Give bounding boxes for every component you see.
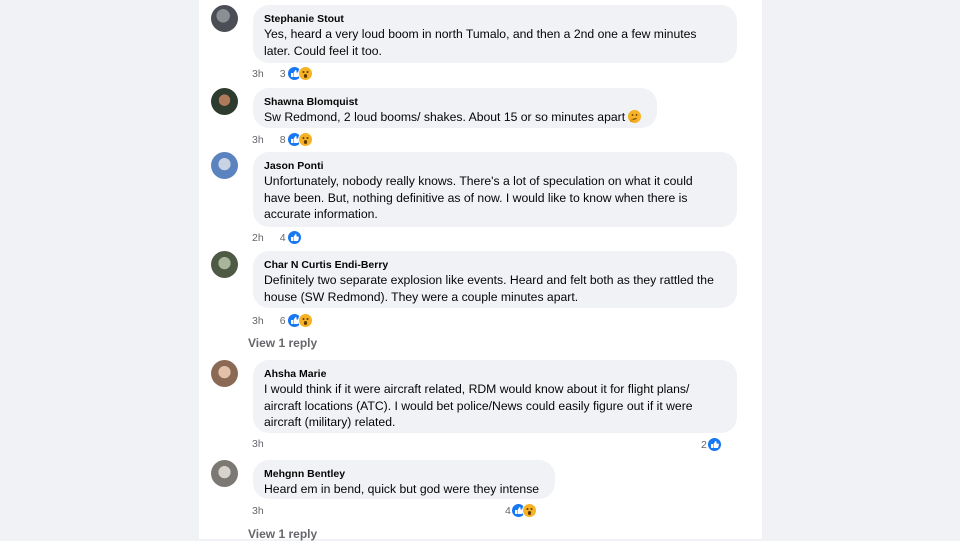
comment-text: Heard em in bend, quick but god were the… [264, 482, 540, 496]
comment-time[interactable]: 3h [252, 68, 264, 80]
comment-author[interactable]: Ahsha Marie [264, 367, 726, 381]
reaction-count: 4 [505, 504, 511, 517]
avatar[interactable] [211, 251, 238, 278]
comment-bubble: Shawna Blomquist Sw Redmond, 2 loud boom… [253, 88, 657, 128]
comment-bubble: Stephanie Stout Yes, heard a very loud b… [253, 5, 737, 63]
comments-panel: Stephanie Stout Yes, heard a very loud b… [199, 0, 762, 541]
reaction-summary[interactable]: 6 [280, 313, 313, 328]
avatar[interactable] [211, 152, 238, 179]
comment-author[interactable]: Shawna Blomquist [264, 95, 646, 109]
like-reaction-icon [286, 230, 302, 245]
reaction-count: 3 [279, 67, 286, 80]
reaction-summary[interactable]: 4 [505, 503, 537, 518]
comment-meta: 3h [252, 438, 264, 450]
wow-reaction-icon [297, 313, 313, 328]
avatar[interactable] [211, 460, 238, 487]
comment-meta: 3h [252, 505, 264, 517]
reaction-summary[interactable]: 3 [280, 66, 313, 81]
comment-time[interactable]: 3h [252, 134, 264, 146]
wow-reaction-icon [521, 503, 537, 518]
comment-author[interactable]: Mehgnn Bentley [264, 467, 544, 481]
comment-author[interactable]: Char N Curtis Endi-Berry [264, 258, 726, 272]
comment-text-body: Sw Redmond, 2 loud booms/ shakes. About … [264, 110, 626, 124]
comment-time[interactable]: 3h [252, 315, 264, 327]
thinking-emoji-icon [628, 110, 642, 123]
comment-meta: 3h 6 [252, 313, 313, 328]
reaction-count: 8 [279, 133, 286, 146]
avatar[interactable] [211, 88, 238, 115]
comment-author[interactable]: Stephanie Stout [264, 12, 726, 26]
avatar[interactable] [211, 360, 238, 387]
comment-text: Unfortunately, nobody really knows. Ther… [264, 174, 693, 221]
comment-time[interactable]: 3h [252, 505, 264, 517]
comment-time[interactable]: 2h [252, 232, 264, 244]
reaction-summary[interactable]: 8 [280, 132, 313, 147]
reaction-count: 6 [279, 314, 286, 327]
comment-meta: 3h 3 [252, 66, 313, 81]
comment-text: Sw Redmond, 2 loud booms/ shakes. About … [264, 109, 646, 126]
comment-author[interactable]: Jason Ponti [264, 159, 726, 173]
like-reaction-icon [706, 437, 722, 452]
reaction-count: 4 [279, 231, 286, 244]
comment-text: Yes, heard a very loud boom in north Tum… [264, 27, 697, 58]
comment-bubble: Char N Curtis Endi-Berry Definitely two … [253, 251, 737, 308]
reaction-summary[interactable]: 4 [280, 230, 302, 245]
reaction-summary[interactable]: 2 [701, 437, 722, 452]
wow-reaction-icon [297, 132, 313, 147]
comment-text: Definitely two separate explosion like e… [264, 273, 714, 304]
wow-reaction-icon [297, 66, 313, 81]
comment-bubble: Ahsha Marie I would think if it were air… [253, 360, 737, 433]
comment-text: I would think if it were aircraft relate… [264, 382, 693, 429]
avatar[interactable] [211, 5, 238, 32]
view-replies-link[interactable]: View 1 reply [248, 336, 317, 350]
comment-meta: 2h 4 [252, 230, 302, 245]
reaction-count: 2 [701, 438, 707, 451]
comment-bubble: Jason Ponti Unfortunately, nobody really… [253, 152, 737, 227]
comment-bubble: Mehgnn Bentley Heard em in bend, quick b… [253, 460, 555, 499]
comment-time[interactable]: 3h [252, 438, 264, 450]
comment-meta: 3h 8 [252, 132, 313, 147]
